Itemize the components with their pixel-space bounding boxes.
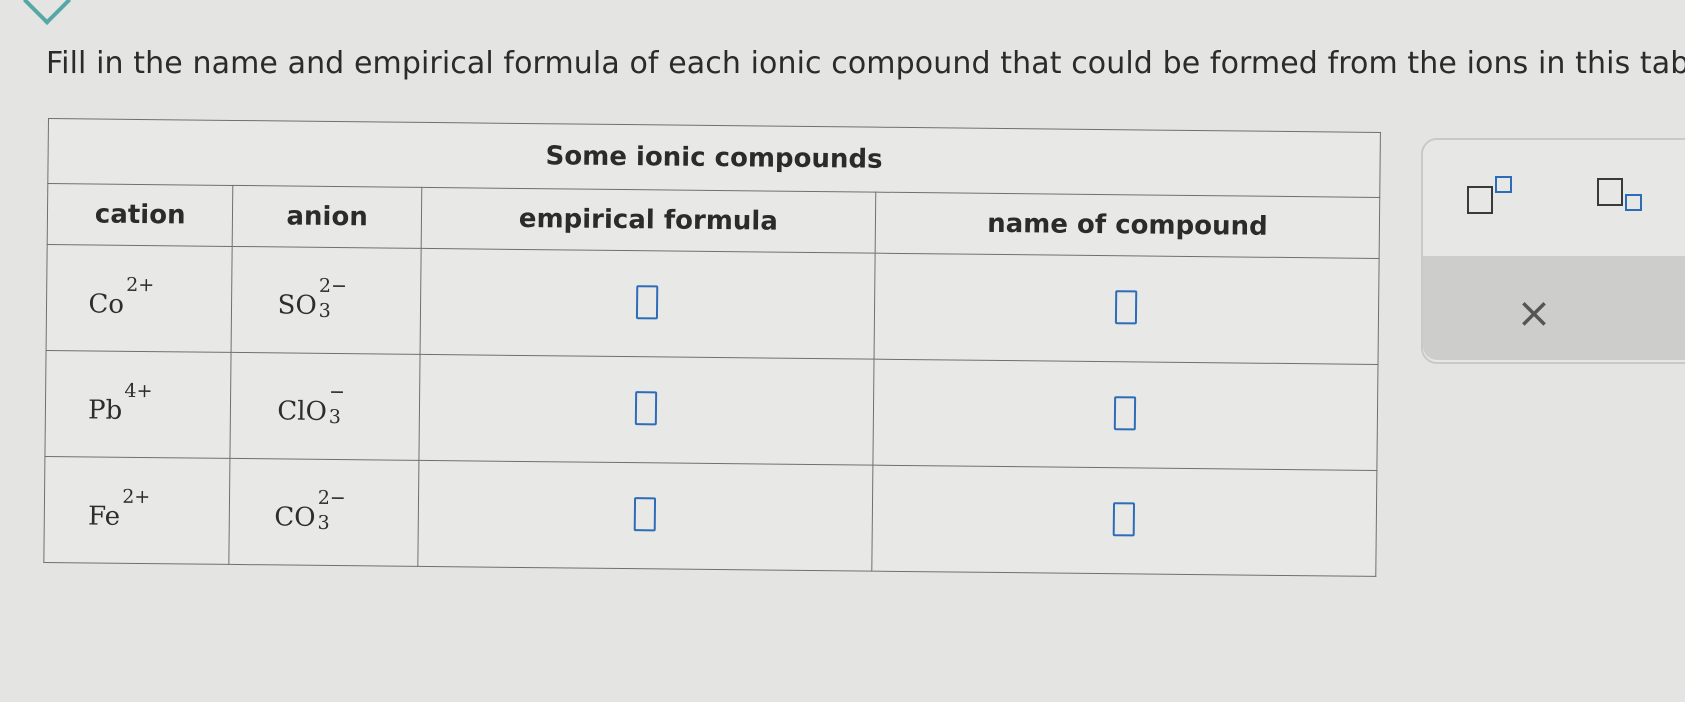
- ion-charge: 4+: [124, 379, 153, 402]
- ion-symbol: ClO: [277, 395, 328, 427]
- anion-header: anion: [232, 185, 422, 249]
- anion-ion: CO 2− 3: [274, 486, 346, 534]
- compound-name-cell: [871, 465, 1377, 577]
- anion-cell: SO 2− 3: [231, 246, 421, 355]
- cation-cell: Co 2+: [46, 244, 233, 353]
- ion-symbol: Pb: [87, 394, 123, 426]
- input-palette: ×: [1421, 138, 1685, 364]
- ion-charge: 2+: [122, 485, 151, 508]
- cation-cell: Fe 2+: [43, 456, 231, 565]
- ion-charge: −: [328, 380, 346, 403]
- ionic-compounds-table: Some ionic compounds cation anion empiri…: [43, 118, 1381, 577]
- empirical-formula-input[interactable]: [635, 390, 658, 425]
- question-prompt: Fill in the name and empirical formula o…: [46, 46, 1685, 81]
- compound-name-input[interactable]: [1115, 289, 1138, 324]
- compound-name-header: name of compound: [875, 192, 1380, 259]
- cation-cell: Pb 4+: [44, 350, 232, 459]
- cation-ion: Fe 2+: [87, 485, 151, 532]
- ion-charge: 2−: [318, 274, 348, 297]
- compound-name-cell: [872, 359, 1378, 471]
- clear-button[interactable]: ×: [1509, 288, 1559, 338]
- ion-subscript: 3: [318, 299, 331, 322]
- table-row: Co 2+ SO 2− 3: [46, 244, 1380, 365]
- ion-subscript: 3: [317, 511, 330, 534]
- empirical-formula-cell: [419, 248, 876, 360]
- anion-ion: ClO − 3: [277, 380, 345, 428]
- empirical-formula-header: empirical formula: [420, 187, 876, 254]
- ion-symbol: CO: [274, 501, 316, 533]
- ion-charge: 2+: [126, 273, 155, 296]
- cation-header: cation: [47, 183, 234, 247]
- empirical-formula-cell: [418, 354, 875, 466]
- anion-cell: CO 2− 3: [229, 458, 419, 567]
- ion-charge: 2−: [317, 486, 346, 509]
- empirical-formula-input[interactable]: [636, 284, 659, 319]
- collapse-chevron-icon[interactable]: [22, 0, 72, 26]
- table-row: Fe 2+ CO 2− 3: [43, 456, 1377, 577]
- empirical-formula-input[interactable]: [634, 496, 657, 531]
- empirical-formula-cell: [417, 460, 873, 572]
- subscript-icon[interactable]: [1593, 174, 1647, 218]
- ion-subscript: 3: [328, 405, 342, 428]
- compound-name-input[interactable]: [1113, 501, 1136, 536]
- ion-symbol: Co: [88, 288, 125, 320]
- superscript-icon[interactable]: [1463, 174, 1517, 214]
- table-row: Pb 4+ ClO − 3: [44, 350, 1378, 471]
- anion-ion: SO 2− 3: [277, 274, 347, 322]
- compound-name-input[interactable]: [1114, 395, 1137, 430]
- cation-ion: Co 2+: [88, 273, 154, 320]
- ion-symbol: SO: [277, 289, 317, 321]
- compound-name-cell: [874, 253, 1380, 365]
- ion-symbol: Fe: [87, 500, 121, 532]
- anion-cell: ClO − 3: [230, 352, 420, 461]
- cation-ion: Pb 4+: [87, 379, 153, 426]
